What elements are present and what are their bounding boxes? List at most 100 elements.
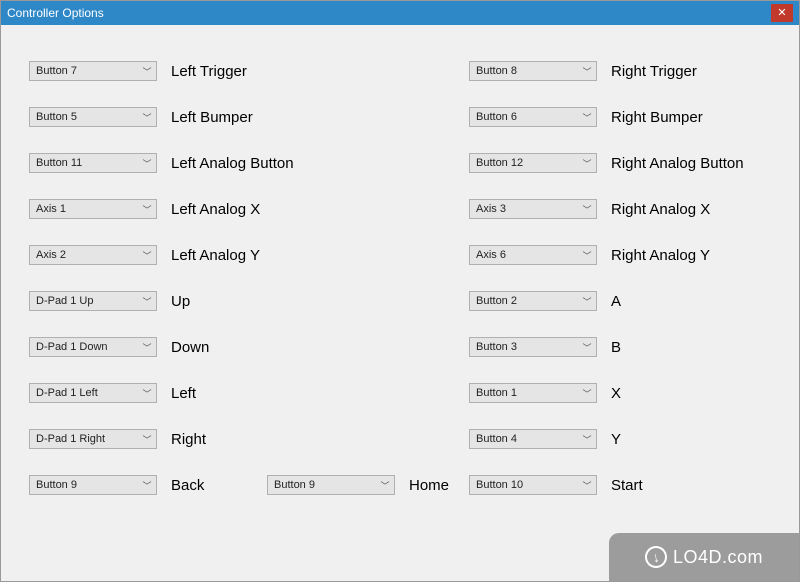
select-value: Button 6 [476, 111, 582, 123]
chevron-down-icon: ﹀ [142, 203, 152, 216]
b-button-label: B [611, 339, 621, 356]
select-value: Axis 3 [476, 203, 582, 215]
select-value: D-Pad 1 Down [36, 341, 142, 353]
download-icon: ↓ [643, 544, 669, 570]
right-analog-y-select[interactable]: Axis 6 ﹀ [469, 245, 597, 265]
select-value: Button 5 [36, 111, 142, 123]
titlebar: Controller Options ✕ [1, 1, 799, 25]
mapping-row: D-Pad 1 Right ﹀ Right Button 4 ﹀ Y [29, 429, 771, 449]
chevron-down-icon: ﹀ [582, 157, 592, 170]
y-button-select[interactable]: Button 4 ﹀ [469, 429, 597, 449]
back-select[interactable]: Button 9 ﹀ [29, 475, 157, 495]
chevron-down-icon: ﹀ [582, 295, 592, 308]
dpad-up-select[interactable]: D-Pad 1 Up ﹀ [29, 291, 157, 311]
dpad-left-select[interactable]: D-Pad 1 Left ﹀ [29, 383, 157, 403]
back-label: Back [171, 477, 204, 494]
chevron-down-icon: ﹀ [582, 479, 592, 492]
left-analog-x-select[interactable]: Axis 1 ﹀ [29, 199, 157, 219]
mapping-row: Axis 1 ﹀ Left Analog X Axis 3 ﹀ Right An… [29, 199, 771, 219]
chevron-down-icon: ﹀ [142, 65, 152, 78]
dpad-up-label: Up [171, 293, 190, 310]
mapping-row: Button 7 ﹀ Left Trigger Button 8 ﹀ Right… [29, 61, 771, 81]
select-value: Axis 2 [36, 249, 142, 261]
dpad-right-label: Right [171, 431, 206, 448]
select-value: Button 2 [476, 295, 582, 307]
dpad-down-label: Down [171, 339, 209, 356]
chevron-down-icon: ﹀ [582, 341, 592, 354]
chevron-down-icon: ﹀ [582, 387, 592, 400]
right-analog-y-label: Right Analog Y [611, 247, 710, 264]
select-value: D-Pad 1 Right [36, 433, 142, 445]
right-analog-button-label: Right Analog Button [611, 155, 744, 172]
home-label: Home [409, 477, 449, 494]
close-icon: ✕ [777, 8, 786, 19]
start-select[interactable]: Button 10 ﹀ [469, 475, 597, 495]
chevron-down-icon: ﹀ [582, 433, 592, 446]
a-button-label: A [611, 293, 621, 310]
chevron-down-icon: ﹀ [142, 111, 152, 124]
left-analog-button-label: Left Analog Button [171, 155, 294, 172]
chevron-down-icon: ﹀ [582, 249, 592, 262]
chevron-down-icon: ﹀ [582, 111, 592, 124]
right-bumper-label: Right Bumper [611, 109, 703, 126]
chevron-down-icon: ﹀ [142, 433, 152, 446]
a-button-select[interactable]: Button 2 ﹀ [469, 291, 597, 311]
chevron-down-icon: ﹀ [582, 203, 592, 216]
chevron-down-icon: ﹀ [582, 65, 592, 78]
select-value: Button 8 [476, 65, 582, 77]
chevron-down-icon: ﹀ [142, 157, 152, 170]
left-analog-y-label: Left Analog Y [171, 247, 260, 264]
dpad-down-select[interactable]: D-Pad 1 Down ﹀ [29, 337, 157, 357]
left-analog-button-select[interactable]: Button 11 ﹀ [29, 153, 157, 173]
x-button-select[interactable]: Button 1 ﹀ [469, 383, 597, 403]
chevron-down-icon: ﹀ [142, 387, 152, 400]
select-value: Button 4 [476, 433, 582, 445]
window-title: Controller Options [7, 6, 771, 20]
chevron-down-icon: ﹀ [142, 479, 152, 492]
select-value: Button 7 [36, 65, 142, 77]
chevron-down-icon: ﹀ [142, 295, 152, 308]
b-button-select[interactable]: Button 3 ﹀ [469, 337, 597, 357]
right-analog-x-label: Right Analog X [611, 201, 710, 218]
select-value: Button 9 [274, 479, 380, 491]
select-value: D-Pad 1 Left [36, 387, 142, 399]
left-trigger-select[interactable]: Button 7 ﹀ [29, 61, 157, 81]
right-analog-button-select[interactable]: Button 12 ﹀ [469, 153, 597, 173]
mapping-row: Button 5 ﹀ Left Bumper Button 6 ﹀ Right … [29, 107, 771, 127]
right-analog-x-select[interactable]: Axis 3 ﹀ [469, 199, 597, 219]
mapping-row: D-Pad 1 Down ﹀ Down Button 3 ﹀ B [29, 337, 771, 357]
watermark: ↓ LO4D.com [609, 533, 799, 581]
start-label: Start [611, 477, 643, 494]
right-trigger-label: Right Trigger [611, 63, 697, 80]
y-button-label: Y [611, 431, 621, 448]
select-value: Button 1 [476, 387, 582, 399]
select-value: Button 12 [476, 157, 582, 169]
select-value: Axis 6 [476, 249, 582, 261]
chevron-down-icon: ﹀ [142, 249, 152, 262]
x-button-label: X [611, 385, 621, 402]
left-trigger-label: Left Trigger [171, 63, 247, 80]
mapping-row: Axis 2 ﹀ Left Analog Y Axis 6 ﹀ Right An… [29, 245, 771, 265]
chevron-down-icon: ﹀ [142, 341, 152, 354]
home-select[interactable]: Button 9 ﹀ [267, 475, 395, 495]
select-value: Button 3 [476, 341, 582, 353]
right-bumper-select[interactable]: Button 6 ﹀ [469, 107, 597, 127]
chevron-down-icon: ﹀ [380, 479, 390, 492]
select-value: D-Pad 1 Up [36, 295, 142, 307]
mapping-row: D-Pad 1 Left ﹀ Left Button 1 ﹀ X [29, 383, 771, 403]
bottom-row: Button 9 ﹀ Back Button 9 ﹀ Home Button 1… [29, 475, 771, 495]
right-trigger-select[interactable]: Button 8 ﹀ [469, 61, 597, 81]
left-analog-x-label: Left Analog X [171, 201, 260, 218]
close-button[interactable]: ✕ [771, 4, 793, 22]
select-value: Axis 1 [36, 203, 142, 215]
left-bumper-label: Left Bumper [171, 109, 253, 126]
left-analog-y-select[interactable]: Axis 2 ﹀ [29, 245, 157, 265]
mapping-row: Button 11 ﹀ Left Analog Button Button 12… [29, 153, 771, 173]
dpad-left-label: Left [171, 385, 196, 402]
content-area: Button 7 ﹀ Left Trigger Button 8 ﹀ Right… [1, 25, 799, 581]
select-value: Button 10 [476, 479, 582, 491]
left-bumper-select[interactable]: Button 5 ﹀ [29, 107, 157, 127]
dpad-right-select[interactable]: D-Pad 1 Right ﹀ [29, 429, 157, 449]
select-value: Button 11 [36, 157, 142, 169]
watermark-text: LO4D.com [673, 547, 763, 568]
